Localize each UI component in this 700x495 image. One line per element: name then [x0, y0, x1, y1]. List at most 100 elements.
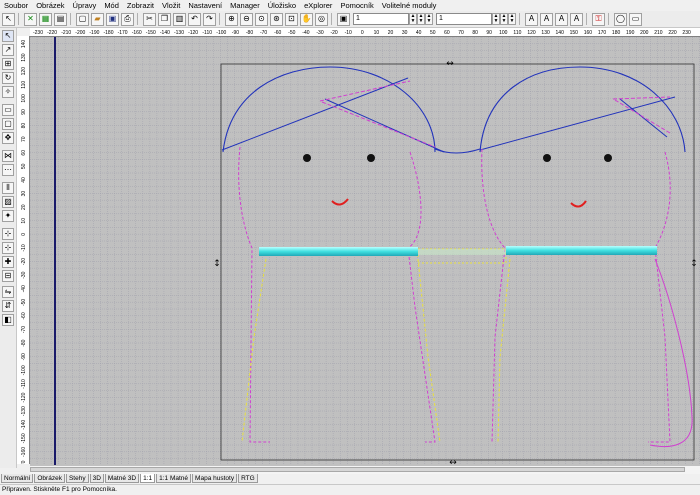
toolbar-separator: [608, 13, 609, 25]
ruler-top-label: 70: [458, 30, 464, 36]
menu-item-10[interactable]: Pomocník: [336, 0, 377, 11]
copy-icon[interactable]: ❐: [158, 12, 171, 26]
ruler-left-label: -120: [21, 392, 27, 402]
text-a3-icon[interactable]: A: [555, 12, 568, 26]
box-icon[interactable]: ▢: [2, 118, 14, 130]
zoom-in-icon[interactable]: ⊕: [225, 12, 238, 26]
view-icon[interactable]: ◧: [2, 314, 14, 326]
hoop-icon[interactable]: ◎: [315, 12, 328, 26]
hand-icon[interactable]: ✋: [300, 12, 313, 26]
text-a2-icon[interactable]: A: [540, 12, 553, 26]
ruler-top-label: 220: [668, 30, 677, 36]
menu-item-11[interactable]: Volitelné moduly: [378, 0, 441, 11]
redo-icon[interactable]: ↷: [203, 12, 216, 26]
cursor-icon[interactable]: ↖: [2, 12, 15, 26]
tab-2[interactable]: Stehy: [65, 474, 89, 483]
toolbar-separator: [18, 13, 19, 25]
spin-2-icon[interactable]: ▲ ▼: [492, 13, 500, 25]
menu-item-5[interactable]: Vložit: [158, 0, 184, 11]
undo-icon[interactable]: ↶: [188, 12, 201, 26]
ruler-top-label: 0: [361, 30, 364, 36]
rotate-icon[interactable]: ↻: [2, 72, 14, 84]
menu-item-4[interactable]: Zobrazit: [123, 0, 158, 11]
scrollbar-thumb[interactable]: [30, 467, 685, 472]
layers-icon[interactable]: ▤: [54, 12, 67, 26]
resize-handle-left[interactable]: ↕: [213, 259, 221, 269]
spin-1c-icon[interactable]: ▲ ▼: [425, 13, 433, 25]
flip-icon[interactable]: ⇵: [2, 300, 14, 312]
menu-item-9[interactable]: eXplorer: [300, 0, 336, 11]
horizontal-scrollbar[interactable]: [30, 465, 700, 474]
ruler-top-label: 140: [556, 30, 565, 36]
node-icon[interactable]: ⊞: [2, 58, 14, 70]
tab-4[interactable]: Matné 3D: [104, 474, 140, 483]
text-a-icon[interactable]: A: [525, 12, 538, 26]
resize-handle-top[interactable]: ↔: [446, 59, 454, 69]
move-icon[interactable]: ✥: [2, 132, 14, 144]
magic-icon[interactable]: ✧: [2, 86, 14, 98]
stitch-tool-icon[interactable]: ⋈: [2, 150, 14, 162]
satin-tool-icon[interactable]: ⦀: [2, 182, 14, 194]
rect-select-icon[interactable]: ▭: [2, 104, 14, 116]
spin-2c-icon[interactable]: ▲ ▼: [508, 13, 516, 25]
mirror-icon[interactable]: ⇋: [2, 286, 14, 298]
paste-icon[interactable]: ▥: [173, 12, 186, 26]
ruler-top-label: 230: [682, 30, 691, 36]
ruler-left-label: 100: [21, 94, 27, 103]
fill-icon[interactable]: ◯: [614, 12, 627, 26]
new-icon[interactable]: ▢: [76, 12, 89, 26]
stitch-icon[interactable]: ✕: [24, 12, 37, 26]
size-field-2[interactable]: 1: [436, 13, 492, 25]
display-icon[interactable]: ▭: [629, 12, 642, 26]
text-a4-icon[interactable]: A: [570, 12, 583, 26]
toolbar-separator: [70, 13, 71, 25]
menu-item-3[interactable]: Mód: [100, 0, 123, 11]
ruler-top-label: 10: [374, 30, 380, 36]
spin-1-icon[interactable]: ▲ ▼: [409, 13, 417, 25]
motif-tool-icon[interactable]: ✦: [2, 210, 14, 222]
fill-tool-icon[interactable]: ▨: [2, 196, 14, 208]
distribute-icon[interactable]: ⊹: [2, 242, 14, 254]
menu-item-0[interactable]: Soubor: [0, 0, 32, 11]
resize-handle-right[interactable]: ↕: [690, 259, 698, 269]
design-canvas[interactable]: ↔ ↕ ↕ ↔: [30, 37, 700, 465]
size-field-1[interactable]: 1: [353, 13, 409, 25]
zoom-all-icon[interactable]: ⊛: [270, 12, 283, 26]
menu-item-1[interactable]: Obrázek: [32, 0, 68, 11]
tab-3[interactable]: 3D: [89, 474, 104, 483]
spin-2b-icon[interactable]: ▲ ▼: [500, 13, 508, 25]
zoom-window-icon[interactable]: ⊡: [285, 12, 298, 26]
lock-icon[interactable]: ▣: [337, 12, 350, 26]
tab-5[interactable]: 1:1: [140, 474, 156, 483]
ruler-top-label: -230: [33, 30, 43, 36]
save-icon[interactable]: ▣: [106, 12, 119, 26]
ruler-top-label: 110: [513, 30, 521, 36]
tab-0[interactable]: Normální: [1, 474, 34, 483]
grid-icon[interactable]: ▦: [39, 12, 52, 26]
cut-icon[interactable]: ✂: [143, 12, 156, 26]
menu-item-7[interactable]: Manager: [226, 0, 264, 11]
menu-item-2[interactable]: Úpravy: [69, 0, 101, 11]
ruler-top-label: -20: [330, 30, 337, 36]
tab-6[interactable]: 1:1 Matné: [156, 474, 192, 483]
tab-8[interactable]: RTG: [238, 474, 258, 483]
print-icon[interactable]: ⎙: [121, 12, 134, 26]
plus-icon[interactable]: ✚: [2, 256, 14, 268]
select-arrow-icon[interactable]: ↖: [2, 30, 14, 42]
zoom-out-icon[interactable]: ⊖: [240, 12, 253, 26]
resize-handle-bottom[interactable]: ↔: [449, 458, 457, 465]
spin-1b-icon[interactable]: ▲ ▼: [417, 13, 425, 25]
menu-item-8[interactable]: Úložisko: [264, 0, 300, 11]
run-tool-icon[interactable]: ⋯: [2, 164, 14, 176]
ruler-top-label: 60: [444, 30, 450, 36]
align-icon[interactable]: ⊹: [2, 228, 14, 240]
minus-icon[interactable]: ⊟: [2, 270, 14, 282]
open-icon[interactable]: ▰: [91, 12, 104, 26]
menu-item-6[interactable]: Nastavení: [184, 0, 226, 11]
tab-1[interactable]: Obrázek: [34, 474, 65, 483]
ruler-top-label: -90: [232, 30, 239, 36]
select-point-icon[interactable]: ↗: [2, 44, 14, 56]
tab-7[interactable]: Mapa hustoty: [192, 474, 238, 483]
key-icon[interactable]: ⚿: [592, 12, 605, 26]
zoom-fit-icon[interactable]: ⊙: [255, 12, 268, 26]
